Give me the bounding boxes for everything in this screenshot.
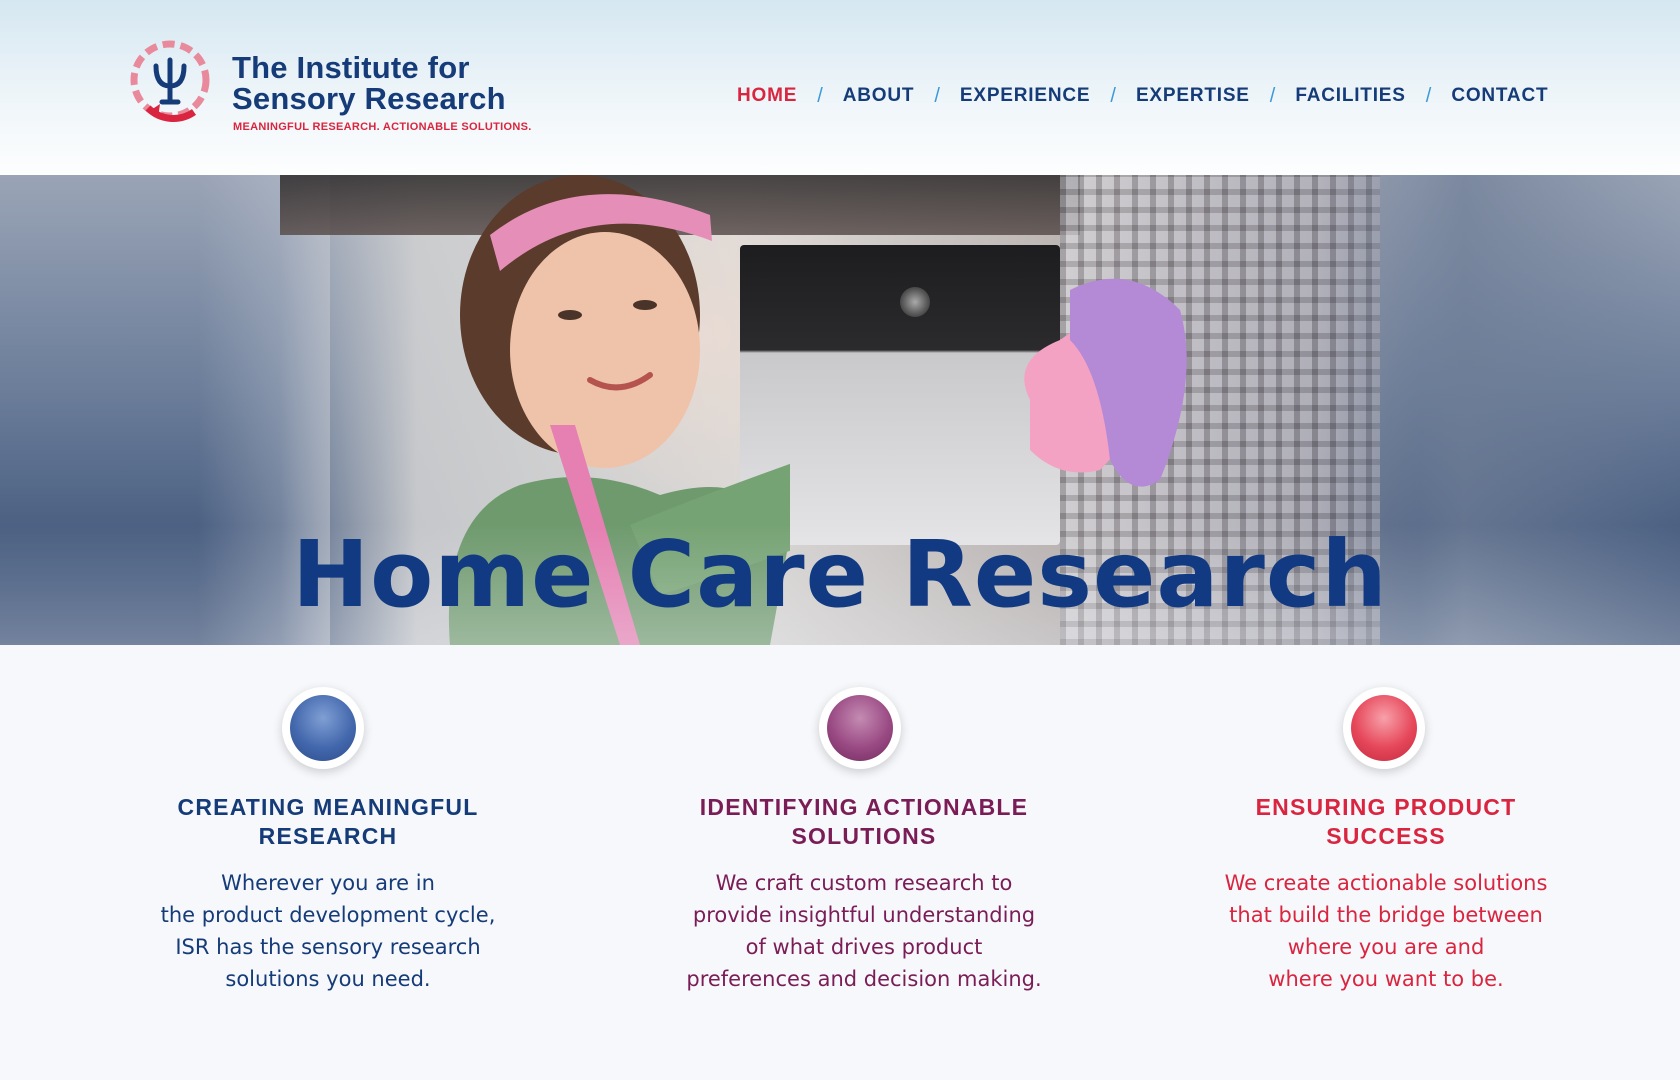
brand-name-line1: The Institute for xyxy=(232,50,470,85)
nav-separator: / xyxy=(934,84,940,107)
feature-title-line: CREATING MEANINGFUL xyxy=(177,794,479,820)
main-nav: HOME / ABOUT / EXPERIENCE / EXPERTISE / … xyxy=(737,84,1548,108)
feature-body-line: where you want to be. xyxy=(1268,967,1504,991)
brand-name: The Institute for Sensory Research xyxy=(232,52,506,114)
nav-about[interactable]: ABOUT xyxy=(843,85,915,107)
feature-body-line: the product development cycle, xyxy=(160,903,496,927)
feature-body-line: of what drives product xyxy=(745,935,983,959)
site-header: The Institute for Sensory Research MEANI… xyxy=(0,0,1680,175)
nav-expertise[interactable]: EXPERTISE xyxy=(1136,85,1250,107)
hero-oven-knob xyxy=(900,287,930,317)
feature-body-line: where you are and xyxy=(1287,935,1485,959)
nav-separator: / xyxy=(1110,84,1116,107)
feature-orb-frame xyxy=(282,687,364,769)
brand-tagline: MEANINGFUL RESEARCH. ACTIONABLE SOLUTION… xyxy=(233,121,532,133)
hero-banner: Home Care Research xyxy=(0,175,1680,645)
feature-body-line: We create actionable solutions xyxy=(1224,871,1548,895)
red-orb-icon xyxy=(1351,695,1417,761)
feature-body: Wherever you are in the product developm… xyxy=(118,867,538,995)
feature-body-line: provide insightful understanding xyxy=(692,903,1036,927)
nav-home[interactable]: HOME xyxy=(737,85,797,107)
glove-cloth-illustration xyxy=(1024,278,1187,487)
feature-body: We craft custom research to provide insi… xyxy=(654,867,1074,995)
feature-body-line: solutions you need. xyxy=(225,967,431,991)
psi-logo-icon xyxy=(130,40,210,122)
feature-title-line: RESEARCH xyxy=(258,823,398,849)
feature-title-line: ENSURING PRODUCT xyxy=(1255,794,1517,820)
feature-orb-frame xyxy=(1343,687,1425,769)
nav-facilities[interactable]: FACILITIES xyxy=(1295,85,1405,107)
feature-body-line: ISR has the sensory research xyxy=(175,935,481,959)
nav-separator: / xyxy=(817,84,823,107)
feature-title: ENSURING PRODUCT SUCCESS xyxy=(1176,793,1596,851)
feature-body-line: preferences and decision making. xyxy=(686,967,1042,991)
feature-body-line: We craft custom research to xyxy=(715,871,1013,895)
feature-title: IDENTIFYING ACTIONABLE SOLUTIONS xyxy=(654,793,1074,851)
features-section: CREATING MEANINGFUL RESEARCH Wherever yo… xyxy=(0,645,1680,1080)
nav-experience[interactable]: EXPERIENCE xyxy=(960,85,1090,107)
feature-title: CREATING MEANINGFUL RESEARCH xyxy=(118,793,538,851)
plum-orb-icon xyxy=(827,695,893,761)
nav-separator: / xyxy=(1425,84,1432,107)
nav-separator: / xyxy=(1269,84,1276,107)
blue-orb-icon xyxy=(290,695,356,761)
feature-body-line: Wherever you are in xyxy=(221,871,435,895)
site-logo[interactable]: The Institute for Sensory Research MEANI… xyxy=(128,38,548,138)
feature-body-line: that build the bridge between xyxy=(1229,903,1543,927)
feature-title-line: SOLUTIONS xyxy=(791,823,937,849)
feature-orb-frame xyxy=(819,687,901,769)
feature-body: We create actionable solutions that buil… xyxy=(1176,867,1596,995)
brand-name-line2: Sensory Research xyxy=(232,81,506,116)
nav-contact[interactable]: CONTACT xyxy=(1451,85,1548,107)
feature-title-line: SUCCESS xyxy=(1326,823,1446,849)
feature-title-line: IDENTIFYING ACTIONABLE xyxy=(699,794,1029,820)
hero-title: Home Care Research xyxy=(292,521,1388,628)
